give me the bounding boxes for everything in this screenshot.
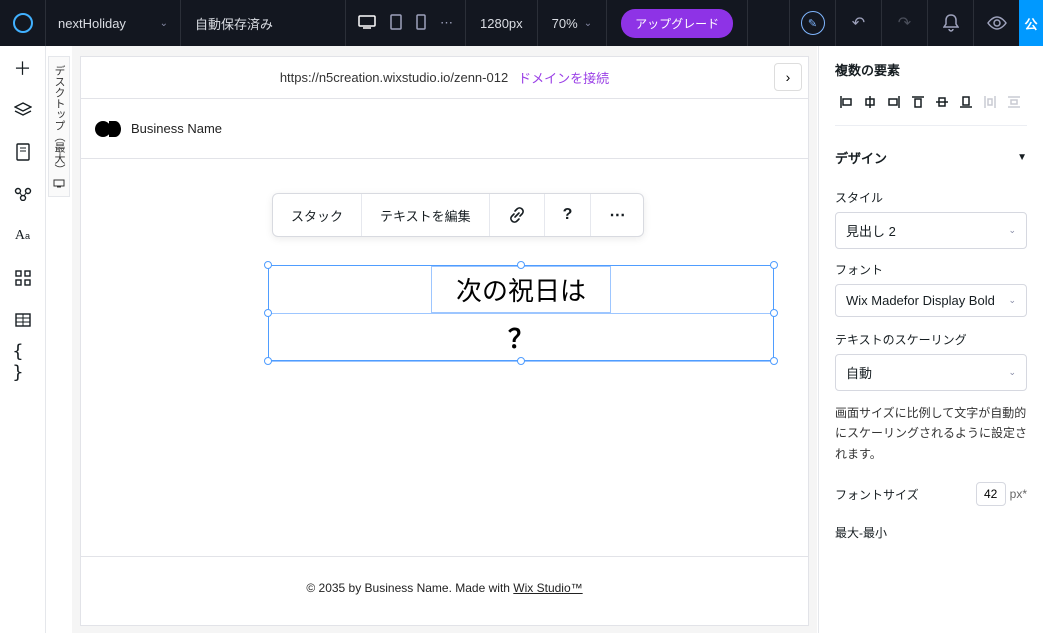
resize-handle[interactable]	[517, 357, 525, 365]
mobile-icon[interactable]	[416, 14, 426, 33]
site-url: https://n5creation.wixstudio.io/zenn-012	[280, 70, 508, 85]
align-bottom-icon[interactable]	[955, 91, 977, 113]
scaling-label: テキストのスケーリング	[835, 331, 1027, 348]
table-icon[interactable]	[13, 310, 33, 330]
design-label: デザイン	[835, 148, 887, 167]
text-line-1: 次の祝日は	[431, 266, 611, 313]
layers-icon[interactable]	[13, 100, 33, 120]
desktop-small-icon	[53, 179, 65, 188]
device-switcher: ⋯	[346, 0, 466, 46]
distribute-h-icon	[979, 91, 1001, 113]
scaling-select[interactable]: 自動 ⌄	[835, 354, 1027, 391]
code-icon[interactable]: { }	[13, 352, 33, 372]
chevron-down-icon: ▼	[1017, 152, 1027, 163]
left-rail: ＋ Aa { }	[0, 46, 46, 633]
save-status: 自動保存済み	[181, 0, 346, 46]
business-logo-icon	[95, 121, 121, 137]
font-size-row: フォントサイズ px*	[835, 482, 1027, 506]
resize-handle[interactable]	[264, 261, 272, 269]
add-icon[interactable]: ＋	[13, 58, 33, 78]
site-header: Business Name	[81, 99, 808, 159]
minmax-label[interactable]: 最大-最小	[835, 524, 1027, 541]
distribute-v-icon	[1003, 91, 1025, 113]
pages-icon[interactable]	[13, 142, 33, 162]
align-left-icon[interactable]	[835, 91, 857, 113]
font-size-label: フォントサイズ	[835, 486, 919, 503]
breakpoint-text: デスクトップ（最大）	[51, 65, 67, 175]
design-section-header[interactable]: デザイン ▼	[835, 140, 1027, 181]
site-footer: © 2035 by Business Name. Made with Wix S…	[81, 556, 808, 595]
avatar-button[interactable]: ✎	[789, 0, 835, 46]
zoom-menu[interactable]: 70% ⌄	[538, 0, 607, 46]
upgrade-button[interactable]: アップグレード	[621, 9, 733, 38]
section-next-arrow[interactable]: ›	[774, 63, 802, 91]
more-devices-icon[interactable]: ⋯	[440, 15, 453, 31]
redo-button[interactable]: ↷	[881, 0, 927, 46]
font-value: Wix Madefor Display Bold	[846, 293, 995, 308]
font-size-unit[interactable]: px*	[1010, 487, 1027, 501]
selected-text-1[interactable]: 次の祝日は	[269, 266, 773, 314]
desktop-icon[interactable]	[358, 15, 376, 32]
chevron-down-icon: ⌄	[1008, 295, 1016, 306]
panel-title: 複数の要素	[835, 60, 1027, 79]
chevron-down-icon: ⌄	[584, 18, 592, 29]
font-select[interactable]: Wix Madefor Display Bold ⌄	[835, 284, 1027, 317]
breakpoint-label[interactable]: デスクトップ（最大）	[48, 56, 70, 197]
resize-handle[interactable]	[517, 261, 525, 269]
footer-link[interactable]: Wix Studio™	[513, 581, 582, 595]
url-bar: https://n5creation.wixstudio.io/zenn-012…	[81, 57, 808, 99]
cms-icon[interactable]	[13, 184, 33, 204]
canvas-width[interactable]: 1280px	[466, 0, 538, 46]
stack-button[interactable]: スタック	[273, 194, 362, 236]
preview-button[interactable]	[973, 0, 1019, 46]
wix-logo-button[interactable]	[0, 0, 46, 46]
tablet-icon[interactable]	[390, 14, 402, 33]
resize-handle[interactable]	[264, 357, 272, 365]
site-name: nextHoliday	[58, 16, 126, 31]
publish-button[interactable]: 公	[1019, 0, 1043, 46]
context-toolbar: スタック テキストを編集 ? ⋯	[272, 193, 644, 237]
align-center-h-icon[interactable]	[859, 91, 881, 113]
more-button[interactable]: ⋯	[591, 194, 643, 236]
apps-icon[interactable]	[13, 268, 33, 288]
notifications-button[interactable]	[927, 0, 973, 46]
align-top-icon[interactable]	[907, 91, 929, 113]
upgrade-wrap: アップグレード	[607, 0, 748, 46]
resize-handle[interactable]	[264, 309, 272, 317]
align-right-icon[interactable]	[883, 91, 905, 113]
typography-icon[interactable]: Aa	[13, 226, 33, 246]
text-line-2: ？	[508, 319, 534, 356]
edit-text-button[interactable]: テキストを編集	[362, 194, 490, 236]
business-name: Business Name	[131, 121, 222, 136]
zoom-value: 70%	[552, 16, 578, 31]
site-menu[interactable]: nextHoliday ⌄	[46, 0, 181, 46]
selection-box[interactable]: 次の祝日は ？	[268, 265, 774, 361]
resize-handle[interactable]	[770, 261, 778, 269]
scaling-help-text: 画面サイズに比例して文字が自動的にスケーリングされるように設定されます。	[835, 403, 1027, 464]
font-size-input[interactable]	[976, 482, 1006, 506]
resize-handle[interactable]	[770, 357, 778, 365]
font-label: フォント	[835, 261, 1027, 278]
chevron-down-icon: ⌄	[160, 18, 168, 29]
connect-domain-link[interactable]: ドメインを接続	[518, 68, 609, 87]
resize-handle[interactable]	[770, 309, 778, 317]
style-value: 見出し 2	[846, 221, 896, 240]
style-label: スタイル	[835, 189, 1027, 206]
align-toolbar	[835, 91, 1027, 126]
chevron-down-icon: ⌄	[1008, 367, 1016, 378]
chevron-down-icon: ⌄	[1008, 225, 1016, 236]
undo-button[interactable]: ↶	[835, 0, 881, 46]
avatar-icon: ✎	[801, 11, 825, 35]
top-bar: nextHoliday ⌄ 自動保存済み ⋯ 1280px 70% ⌄ アップグ…	[0, 0, 1043, 46]
style-select[interactable]: 見出し 2 ⌄	[835, 212, 1027, 249]
wix-logo-icon	[13, 13, 33, 33]
link-button[interactable]	[490, 194, 545, 236]
selected-text-2[interactable]: ？	[269, 314, 773, 362]
scaling-value: 自動	[846, 363, 872, 382]
help-button[interactable]: ?	[545, 194, 592, 236]
inspector-panel: 複数の要素 デザイン ▼ スタイル 見出し 2 ⌄ フォント Wix Madef…	[818, 46, 1043, 633]
footer-text: © 2035 by Business Name. Made with	[306, 581, 513, 595]
align-center-v-icon[interactable]	[931, 91, 953, 113]
